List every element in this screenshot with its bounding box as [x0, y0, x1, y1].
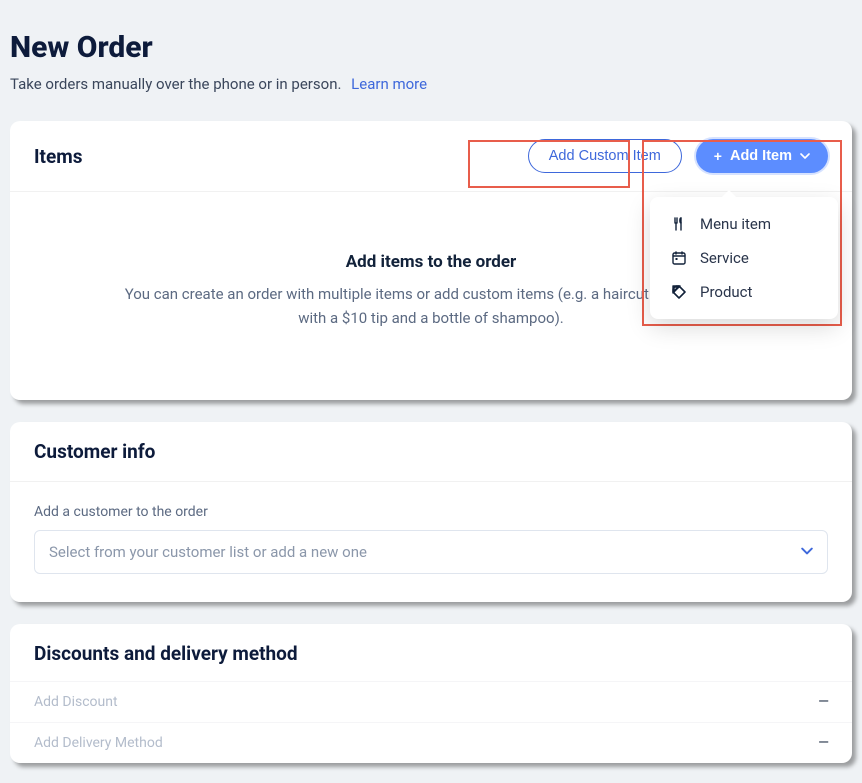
calendar-icon [670, 250, 688, 266]
dropdown-item-service[interactable]: Service [650, 241, 838, 275]
dropdown-item-label: Menu item [700, 215, 771, 233]
dash-icon: — [818, 735, 828, 751]
customer-card-title: Customer info [34, 440, 155, 463]
chevron-down-icon [801, 545, 813, 560]
customer-card-header: Customer info [10, 422, 852, 481]
customer-field-label: Add a customer to the order [34, 486, 828, 530]
items-card-title: Items [34, 145, 82, 168]
add-discount-row[interactable]: Add Discount — [10, 681, 852, 722]
dash-icon: — [818, 694, 828, 710]
learn-more-link[interactable]: Learn more [351, 75, 427, 93]
page-subtitle: Take orders manually over the phone or i… [10, 75, 852, 93]
add-delivery-method-row[interactable]: Add Delivery Method — [10, 722, 852, 763]
customer-select[interactable]: Select from your customer list or add a … [34, 530, 828, 574]
subtitle-text: Take orders manually over the phone or i… [10, 75, 341, 93]
page-title: New Order [10, 30, 852, 65]
add-item-button[interactable]: + Add Item [696, 139, 828, 173]
add-delivery-method-label: Add Delivery Method [34, 735, 163, 751]
discounts-card: Discounts and delivery method Add Discou… [10, 624, 852, 763]
dropdown-item-product[interactable]: Product [650, 275, 838, 309]
customer-select-placeholder: Select from your customer list or add a … [49, 543, 367, 561]
add-discount-label: Add Discount [34, 694, 118, 710]
add-item-label: Add Item [730, 148, 792, 164]
dropdown-item-menu-item[interactable]: Menu item [650, 207, 838, 241]
utensils-icon [670, 216, 688, 232]
add-custom-item-button[interactable]: Add Custom Item [528, 139, 682, 173]
chevron-down-icon [800, 151, 810, 161]
discounts-card-title: Discounts and delivery method [34, 642, 828, 665]
items-card-header: Items Add Custom Item + Add Item [10, 121, 852, 192]
customer-card: Customer info Add a customer to the orde… [10, 422, 852, 602]
tag-icon [670, 284, 688, 300]
discounts-card-header: Discounts and delivery method [10, 624, 852, 681]
dropdown-item-label: Product [700, 283, 752, 301]
dropdown-item-label: Service [700, 249, 749, 267]
plus-icon: + [714, 149, 722, 163]
add-item-dropdown: Menu item Service [650, 197, 838, 319]
